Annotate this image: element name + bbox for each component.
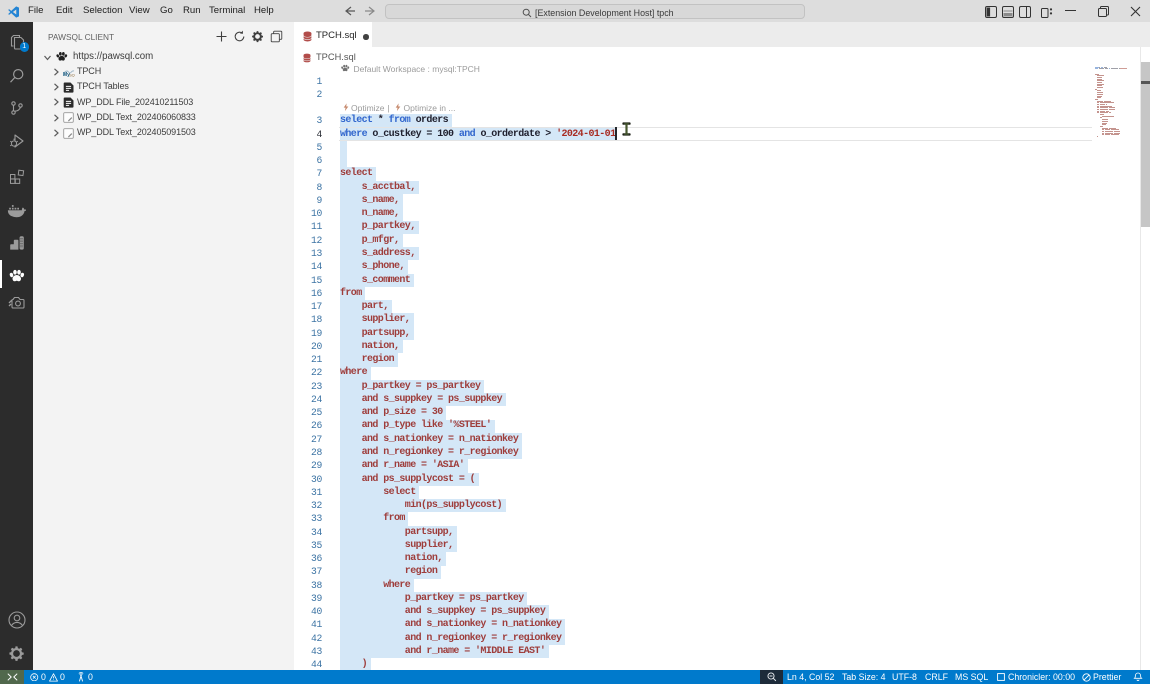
svg-text:SQL: SQL — [69, 72, 75, 77]
